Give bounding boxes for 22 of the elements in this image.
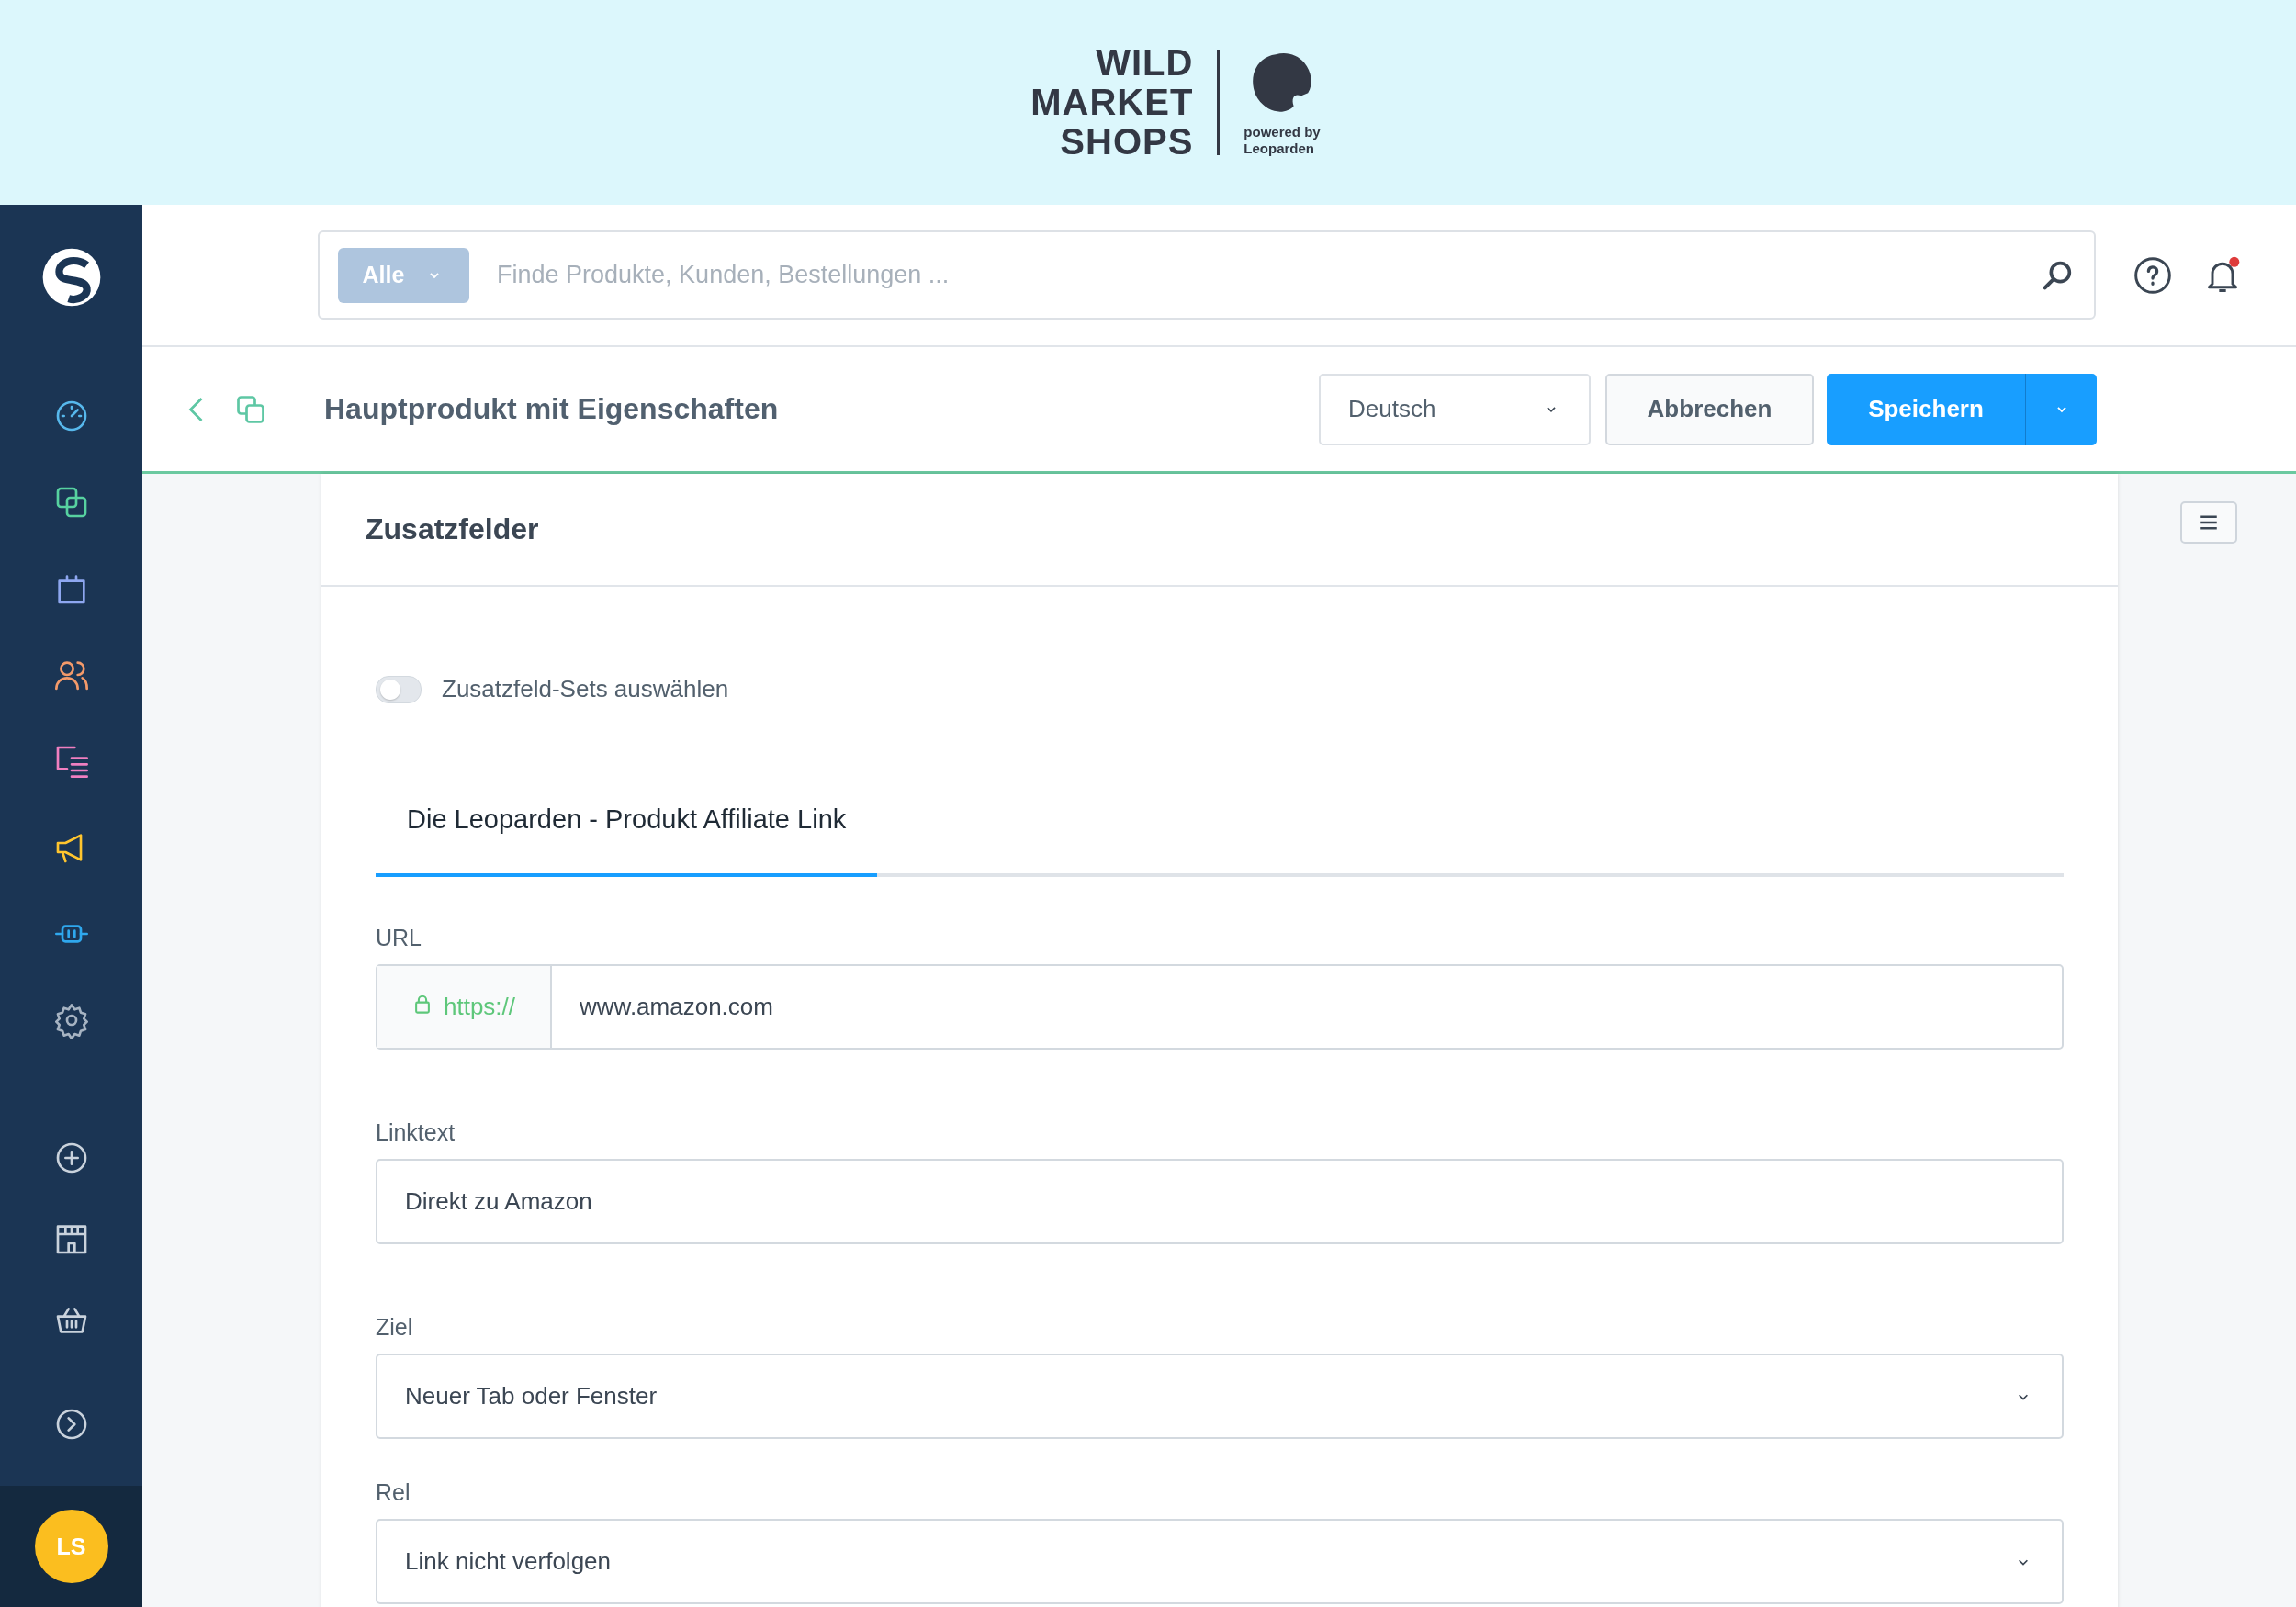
- toggle-switch[interactable]: [376, 675, 422, 703]
- select-field[interactable]: Link nicht verfolgen: [376, 1519, 2064, 1604]
- help-icon[interactable]: [2133, 254, 2173, 296]
- field-label: Linktext: [376, 1119, 456, 1146]
- field-label: Rel: [376, 1479, 411, 1506]
- cancel-button[interactable]: Abbrechen: [1605, 373, 1814, 445]
- toggle-label: Zusatzfeld-Sets auswählen: [442, 675, 729, 703]
- page-title: Hauptprodukt mit Eigenschaften: [324, 392, 780, 426]
- field-label: Ziel: [376, 1314, 414, 1341]
- card-title: Zusatzfelder: [321, 474, 2118, 587]
- field-label: URL: [376, 925, 422, 951]
- select-field[interactable]: Neuer Tab oder Fenster: [376, 1354, 2064, 1439]
- url-field[interactable]: https:// www.amazon.com: [376, 964, 2064, 1050]
- language-select[interactable]: Deutsch: [1319, 373, 1591, 445]
- tagline: powered by Leoparden: [1244, 123, 1321, 157]
- tab[interactable]: Die Leoparden - Produkt Affiliate Link: [376, 788, 878, 877]
- settings-icon[interactable]: [52, 1002, 90, 1039]
- text-field[interactable]: Direkt zu Amazon: [376, 1159, 2064, 1244]
- protocol-prefix: https://: [377, 966, 552, 1048]
- logo-wordmark: WILD MARKET SHOPS: [1030, 43, 1194, 162]
- app-logo-icon[interactable]: [40, 247, 102, 308]
- menu-button[interactable]: [2180, 501, 2237, 544]
